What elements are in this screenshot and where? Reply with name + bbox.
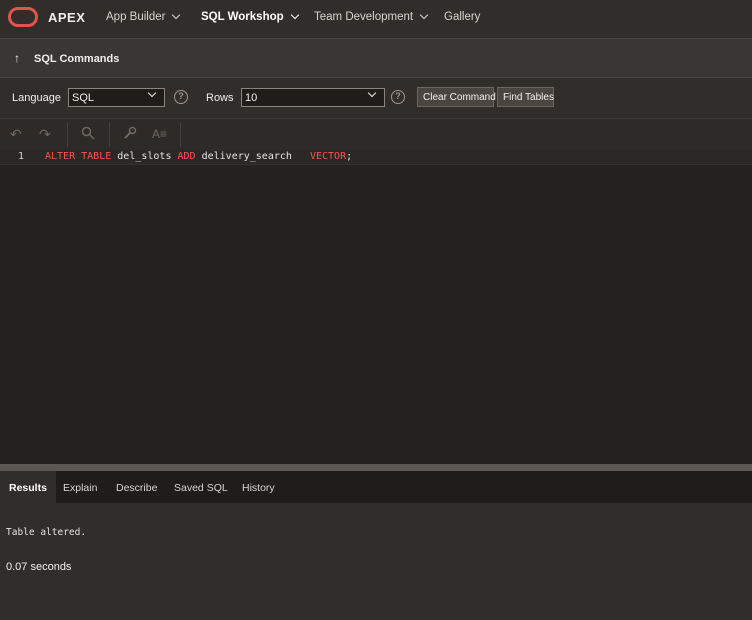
arrow-up-icon[interactable]: ↑ <box>14 51 20 65</box>
nav-app-builder-label: App Builder <box>106 11 166 23</box>
editor-toolbar: ↶ ↷ A≡ <box>0 118 752 150</box>
chevron-down-icon <box>172 10 181 20</box>
find-tables-button[interactable]: Find Tables <box>497 87 554 107</box>
chevron-down-icon <box>147 88 157 98</box>
tab-results[interactable]: Results <box>0 471 56 503</box>
rows-select-value: 10 <box>245 92 258 104</box>
toolbar-divider <box>109 123 110 147</box>
toolbar-divider <box>180 123 181 147</box>
code-keyword: VECTOR <box>309 151 347 162</box>
nav-team-development[interactable]: Team Development <box>314 10 429 23</box>
rows-select[interactable]: 10 <box>241 88 385 107</box>
code-identifier: delivery_search <box>201 151 292 162</box>
redo-icon[interactable]: ↷ <box>39 126 51 143</box>
toolbar-divider <box>67 123 68 147</box>
results-tabs: Results Explain Describe Saved SQL Histo… <box>0 471 752 503</box>
line-number: 1 <box>18 151 25 162</box>
code-identifier: del_slots <box>117 151 172 162</box>
nav-sql-workshop[interactable]: SQL Workshop <box>201 10 299 23</box>
language-select[interactable]: SQL <box>68 88 165 107</box>
search-icon[interactable] <box>81 126 95 143</box>
clear-command-button[interactable]: Clear Command <box>417 87 496 107</box>
chevron-down-icon <box>290 10 299 20</box>
tab-history[interactable]: History <box>242 471 275 503</box>
chevron-down-icon <box>367 88 377 98</box>
command-controls: Language SQL ? Rows 10 ? Clear Command F… <box>0 79 752 117</box>
code-punctuation: ; <box>346 151 353 162</box>
rows-label: Rows <box>206 92 234 104</box>
language-label: Language <box>12 92 61 104</box>
tab-explain[interactable]: Explain <box>63 471 97 503</box>
text-format-icon[interactable]: A≡ <box>152 127 167 141</box>
chevron-down-icon <box>419 10 429 20</box>
editor-line[interactable]: 1 ALTER TABLE del_slots ADD delivery_sea… <box>0 150 752 165</box>
wrench-icon[interactable] <box>123 126 137 143</box>
tab-saved-sql[interactable]: Saved SQL <box>174 471 228 503</box>
result-message: Table altered. <box>6 527 87 538</box>
top-navigation: APEX App Builder SQL Workshop Team Devel… <box>0 0 752 36</box>
nav-sql-workshop-label: SQL Workshop <box>201 11 284 23</box>
tab-describe[interactable]: Describe <box>116 471 157 503</box>
breadcrumb-bar: ↑ SQL Commands <box>0 38 752 78</box>
nav-gallery[interactable]: Gallery <box>444 11 480 23</box>
language-help-icon[interactable]: ? <box>174 90 188 104</box>
undo-icon[interactable]: ↶ <box>10 126 22 143</box>
nav-app-builder[interactable]: App Builder <box>106 10 181 23</box>
execution-time: 0.07 seconds <box>6 561 72 573</box>
sql-editor[interactable]: 1 ALTER TABLE del_slots ADD delivery_sea… <box>0 150 752 464</box>
page-title: SQL Commands <box>34 53 120 65</box>
code-keyword: TABLE <box>81 151 112 162</box>
code-keyword: ALTER <box>45 151 76 162</box>
oracle-logo-icon[interactable] <box>8 7 38 27</box>
nav-team-development-label: Team Development <box>314 11 414 23</box>
apex-brand[interactable]: APEX <box>48 10 85 25</box>
results-panel: Table altered. 0.07 seconds <box>0 503 752 620</box>
code-line[interactable]: ALTER TABLE del_slots ADD delivery_searc… <box>45 151 352 162</box>
code-keyword: ADD <box>177 151 196 162</box>
language-select-value: SQL <box>72 92 95 104</box>
pane-splitter[interactable] <box>0 464 752 471</box>
nav-gallery-label: Gallery <box>444 11 481 23</box>
rows-help-icon[interactable]: ? <box>391 90 405 104</box>
